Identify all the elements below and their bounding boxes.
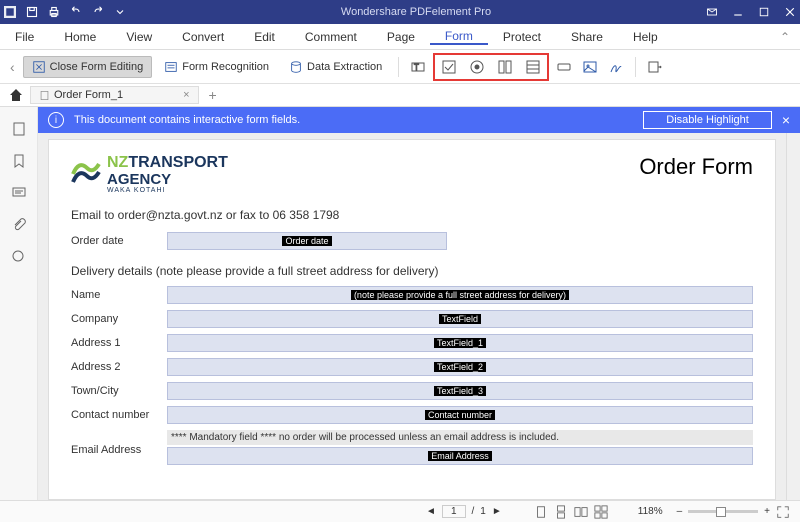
logo-icon (71, 154, 101, 186)
list-box-tool-icon[interactable] (522, 56, 544, 78)
thumbnails-icon[interactable] (11, 121, 27, 137)
zoom-slider[interactable] (688, 510, 758, 513)
menu-form[interactable]: Form (430, 29, 488, 45)
two-page-icon[interactable] (574, 505, 588, 519)
logo: NZTRANSPORT AGENCY WAKA KOTAHI (71, 154, 228, 194)
toolbar: ‹ Close Form Editing Form Recognition Da… (0, 50, 800, 84)
document-icon (39, 90, 50, 101)
data-extraction-icon (289, 60, 303, 74)
checkbox-tool-icon[interactable] (438, 56, 460, 78)
titlebar: Wondershare PDFelement Pro (0, 0, 800, 24)
form-recognition-icon (164, 60, 178, 74)
towncity-field[interactable]: TextField_3 (167, 382, 753, 400)
menu-protect[interactable]: Protect (488, 30, 556, 44)
menu-home[interactable]: Home (49, 30, 111, 44)
zoom-out-icon[interactable]: – (677, 506, 683, 517)
contact-field[interactable]: Contact number (167, 406, 753, 424)
home-icon[interactable] (8, 87, 24, 103)
form-properties-icon[interactable] (644, 56, 666, 78)
menu-file[interactable]: File (0, 30, 49, 44)
menubar: File Home View Convert Edit Comment Page… (0, 24, 800, 50)
comment-icon[interactable] (11, 185, 27, 201)
address2-field[interactable]: TextField_2 (167, 358, 753, 376)
back-icon[interactable]: ‹ (6, 59, 19, 75)
redo-icon[interactable] (92, 6, 104, 18)
section-heading: Delivery details (note please provide a … (71, 264, 753, 278)
single-page-icon[interactable] (534, 505, 548, 519)
undo-icon[interactable] (70, 6, 82, 18)
statusbar: ◄ 1 / 1 ► 118% – + (0, 500, 800, 522)
minimize-icon[interactable] (732, 6, 744, 18)
next-page-icon[interactable]: ► (492, 506, 502, 517)
text-field-tool-icon[interactable]: T (407, 56, 429, 78)
info-icon: i (48, 112, 64, 128)
signature-tool-icon[interactable] (605, 56, 627, 78)
menu-convert[interactable]: Convert (167, 30, 239, 44)
collapse-ribbon-icon[interactable]: ⌃ (770, 30, 800, 44)
combo-box-tool-icon[interactable] (494, 56, 516, 78)
prev-page-icon[interactable]: ◄ (426, 506, 436, 517)
form-recognition-button[interactable]: Form Recognition (156, 57, 277, 77)
data-extraction-button[interactable]: Data Extraction (281, 57, 390, 77)
zoom-level[interactable]: 118% (638, 506, 663, 517)
mandatory-note: **** Mandatory field **** no order will … (167, 430, 753, 445)
continuous-page-icon[interactable] (554, 505, 568, 519)
order-date-field[interactable]: Order date (167, 232, 447, 250)
menu-page[interactable]: Page (372, 30, 430, 44)
save-icon[interactable] (26, 6, 38, 18)
highlighted-form-tools (433, 53, 549, 81)
close-banner-icon[interactable]: × (782, 112, 790, 128)
close-form-editing-icon (32, 60, 46, 74)
button-tool-icon[interactable] (553, 56, 575, 78)
close-form-editing-button[interactable]: Close Form Editing (23, 56, 153, 78)
mail-icon[interactable] (706, 6, 718, 18)
document-tab[interactable]: Order Form_1 × (30, 86, 199, 104)
fullscreen-icon[interactable] (776, 505, 790, 519)
menu-help[interactable]: Help (618, 30, 673, 44)
app-icon (4, 6, 16, 18)
close-icon[interactable] (784, 6, 796, 18)
page-current[interactable]: 1 (442, 505, 466, 518)
page-total: 1 (480, 506, 486, 517)
add-tab-icon[interactable]: + (205, 87, 221, 103)
close-tab-icon[interactable]: × (183, 89, 189, 101)
two-continuous-icon[interactable] (594, 505, 608, 519)
email-instruction: Email to order@nzta.govt.nz or fax to 06… (71, 208, 753, 222)
svg-text:T: T (414, 63, 419, 72)
print-icon[interactable] (48, 6, 60, 18)
search-icon[interactable] (11, 249, 27, 265)
menu-share[interactable]: Share (556, 30, 618, 44)
menu-comment[interactable]: Comment (290, 30, 372, 44)
sidebar (0, 107, 38, 500)
maximize-icon[interactable] (758, 6, 770, 18)
email-field[interactable]: Email Address (167, 447, 753, 465)
app-title: Wondershare PDFelement Pro (126, 6, 706, 18)
radio-button-tool-icon[interactable] (466, 56, 488, 78)
address1-field[interactable]: TextField_1 (167, 334, 753, 352)
name-field[interactable]: (note please provide a full street addre… (167, 286, 753, 304)
pdf-page[interactable]: NZTRANSPORT AGENCY WAKA KOTAHI Order For… (48, 139, 776, 500)
workspace: i This document contains interactive for… (0, 107, 800, 500)
image-tool-icon[interactable] (579, 56, 601, 78)
bookmarks-icon[interactable] (11, 153, 27, 169)
document-area: i This document contains interactive for… (38, 107, 800, 500)
company-field[interactable]: TextField (167, 310, 753, 328)
chevron-down-icon[interactable] (114, 6, 126, 18)
page-title: Order Form (639, 154, 753, 180)
attachments-icon[interactable] (11, 217, 27, 233)
info-banner: i This document contains interactive for… (38, 107, 800, 133)
zoom-in-icon[interactable]: + (764, 506, 770, 517)
document-tabs: Order Form_1 × + (0, 84, 800, 107)
menu-view[interactable]: View (111, 30, 167, 44)
menu-edit[interactable]: Edit (239, 30, 290, 44)
vertical-scrollbar[interactable] (786, 133, 800, 500)
disable-highlight-button[interactable]: Disable Highlight (643, 111, 772, 129)
